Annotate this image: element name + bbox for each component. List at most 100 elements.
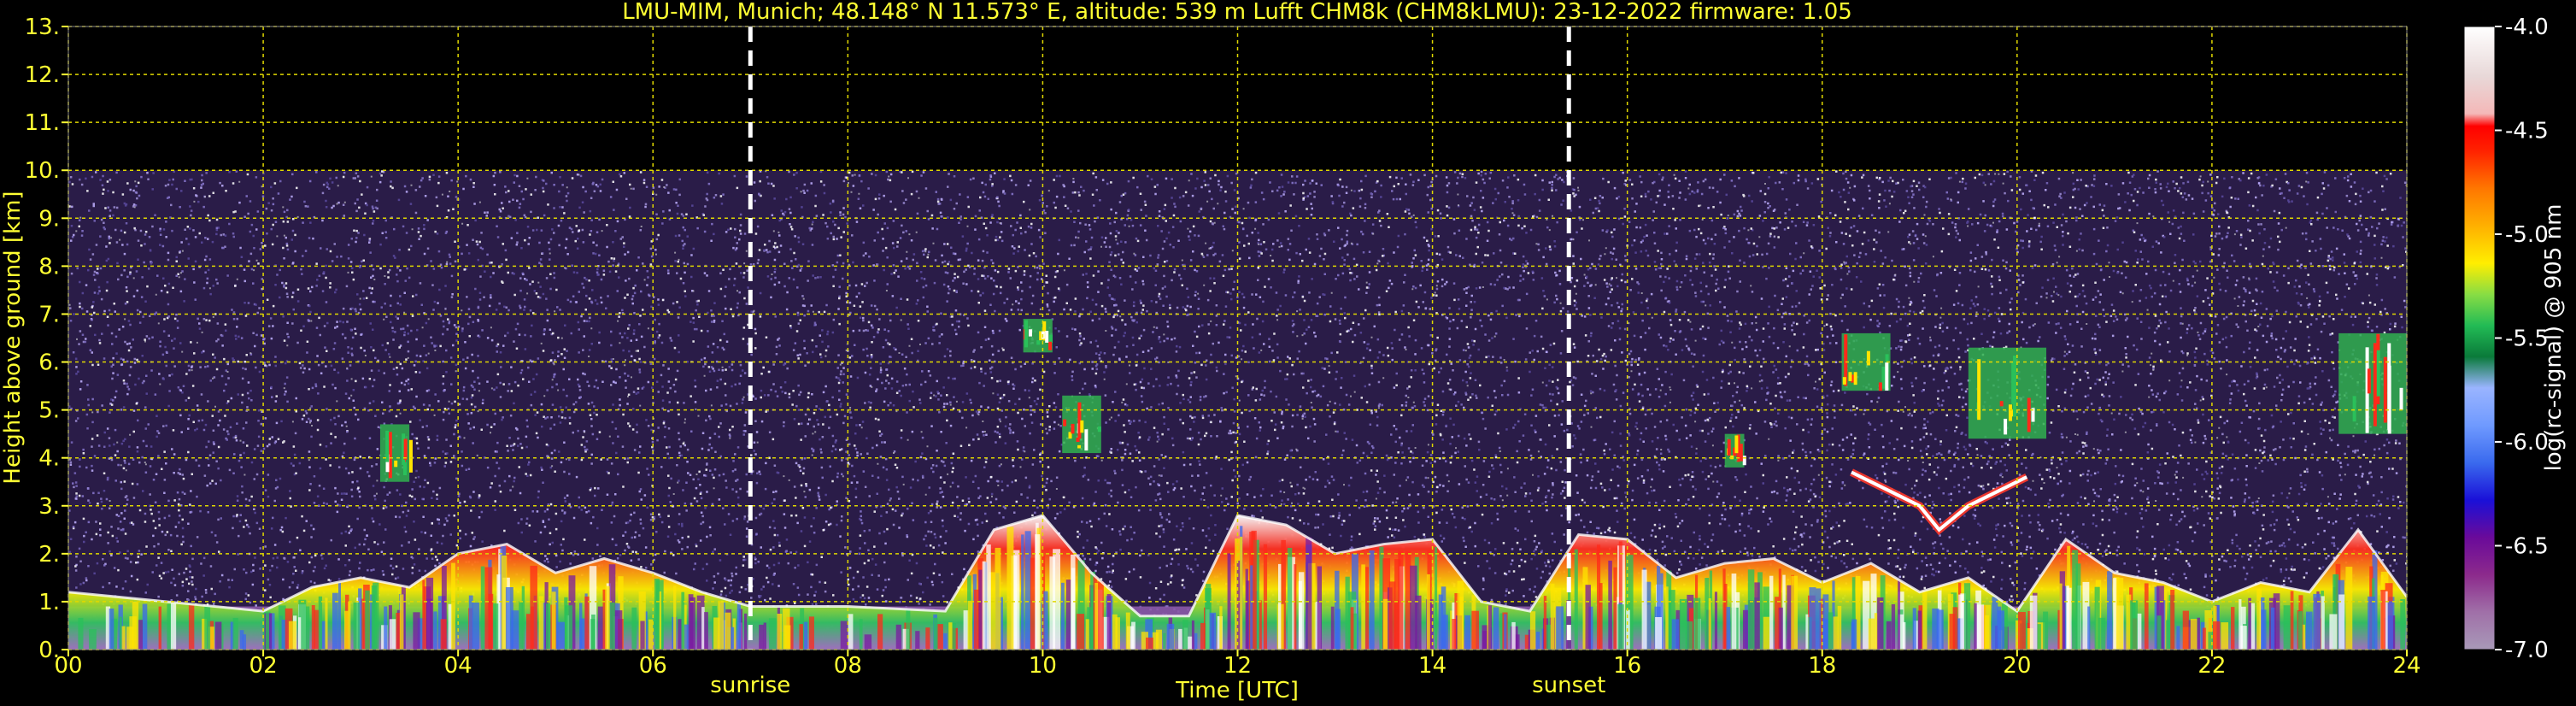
boundary-layer-streak [1912, 608, 1916, 650]
boundary-layer-streak [2170, 590, 2175, 650]
cloud-streak [1999, 401, 2004, 407]
boundary-layer-streak [1714, 591, 1718, 650]
cloud-streak [1077, 444, 1082, 449]
cloud-streak [1739, 444, 1743, 462]
boundary-layer-streak [1574, 549, 1578, 650]
cloud-streak [2387, 343, 2391, 430]
boundary-layer-streak [2130, 600, 2138, 650]
boundary-layer-streak [948, 622, 953, 650]
boundary-layer-streak [1963, 583, 1971, 650]
y-tick-label: 12. [25, 62, 60, 88]
x-tick-label: 06 [639, 653, 667, 679]
boundary-layer-streak [2190, 619, 2198, 650]
boundary-layer-streak [2321, 596, 2325, 650]
boundary-layer-streak [1194, 632, 1198, 650]
boundary-layer-streak [531, 606, 534, 650]
boundary-layer-streak [1125, 612, 1130, 650]
cloud-streak [403, 438, 408, 460]
boundary-layer-streak [1754, 582, 1760, 650]
boundary-layer-streak [1886, 621, 1892, 650]
boundary-layer-streak [1317, 566, 1323, 650]
boundary-layer-streak [808, 616, 814, 650]
boundary-layer-streak [640, 621, 645, 650]
cloud-streak [1036, 340, 1041, 345]
boundary-layer-streak [89, 629, 97, 650]
boundary-layer-streak [1731, 574, 1737, 650]
boundary-layer-streak [1608, 560, 1612, 650]
boundary-layer-streak [1891, 604, 1896, 650]
boundary-layer-streak [325, 597, 328, 650]
boundary-layer-streak [895, 624, 901, 650]
boundary-layer-streak [1369, 550, 1375, 650]
boundary-layer-streak [799, 624, 803, 650]
boundary-layer-streak [859, 619, 863, 650]
boundary-layer-streak [1182, 620, 1188, 650]
cloud-body [2338, 332, 2407, 434]
boundary-layer-streak [1077, 614, 1085, 650]
boundary-layer-streak [678, 619, 682, 650]
boundary-layer-streak [1828, 612, 1834, 650]
boundary-layer-streak [451, 562, 455, 650]
boundary-layer-streak [2213, 621, 2221, 650]
boundary-layer-streak [1188, 636, 1193, 650]
y-tick-label: 3. [38, 494, 60, 520]
boundary-layer-streak [511, 610, 519, 650]
cloud-streak [1977, 359, 1981, 421]
boundary-layer-streak [557, 621, 565, 650]
boundary-layer-streak [2197, 617, 2200, 650]
boundary-layer-streak [763, 622, 766, 650]
boundary-layer-streak [1365, 567, 1369, 650]
boundary-layer-streak [433, 611, 437, 650]
boundary-layer-streak [2202, 627, 2206, 650]
boundary-layer-streak [1398, 550, 1404, 650]
boundary-layer-streak [1613, 567, 1617, 650]
boundary-layer-streak [2115, 578, 2124, 650]
boundary-layer-streak [1868, 618, 1875, 650]
marker-label: sunset [1532, 673, 1605, 698]
boundary-layer-streak [1287, 548, 1293, 650]
x-tick-label: 04 [444, 653, 472, 679]
cloud-streak [1048, 341, 1053, 350]
boundary-layer-streak [2239, 599, 2242, 650]
cloud-streak [2383, 356, 2387, 423]
boundary-layer-streak [1350, 607, 1354, 650]
boundary-layer-streak [2306, 611, 2313, 650]
cloud-streak [2376, 350, 2380, 397]
boundary-layer-streak [2400, 599, 2406, 650]
boundary-layer-streak [1685, 621, 1693, 650]
boundary-layer-streak [2029, 595, 2038, 650]
boundary-layer-streak [521, 585, 525, 650]
boundary-layer-streak [967, 600, 972, 650]
boundary-layer-streak [2261, 597, 2265, 650]
cloud-streak [1727, 438, 1731, 456]
boundary-layer-streak [2290, 591, 2294, 650]
cloud-streak [2027, 397, 2031, 432]
boundary-layer-streak [565, 605, 572, 650]
x-tick-label: 18 [1808, 653, 1836, 679]
boundary-layer-streak [2338, 594, 2345, 650]
boundary-layer-streak [399, 594, 404, 650]
boundary-layer-streak [982, 561, 986, 650]
boundary-layer-streak [1388, 581, 1396, 650]
boundary-layer-streak [1726, 607, 1731, 650]
boundary-layer-streak [1035, 534, 1041, 650]
boundary-layer-streak [1665, 586, 1669, 650]
boundary-layer-streak [2380, 590, 2386, 650]
boundary-layer-streak [591, 615, 596, 650]
boundary-layer-streak [1805, 614, 1809, 650]
y-tick-label: 0. [38, 638, 60, 663]
boundary-layer-streak [688, 594, 694, 650]
boundary-layer-streak [915, 631, 920, 650]
boundary-layer-streak [1705, 578, 1710, 650]
boundary-layer-streak [242, 634, 247, 650]
boundary-layer-streak [1984, 604, 1992, 650]
boundary-layer-streak [1655, 617, 1662, 650]
boundary-layer-streak [1441, 586, 1446, 650]
cloud-streak [1878, 382, 1882, 391]
cloud-streak [2399, 387, 2403, 410]
boundary-layer-streak [2297, 611, 2303, 650]
boundary-layer-streak [943, 633, 948, 650]
boundary-layer-streak [188, 605, 195, 650]
boundary-layer-streak [1529, 611, 1536, 650]
colorbar-tick-label: -6.5 [2505, 534, 2549, 560]
